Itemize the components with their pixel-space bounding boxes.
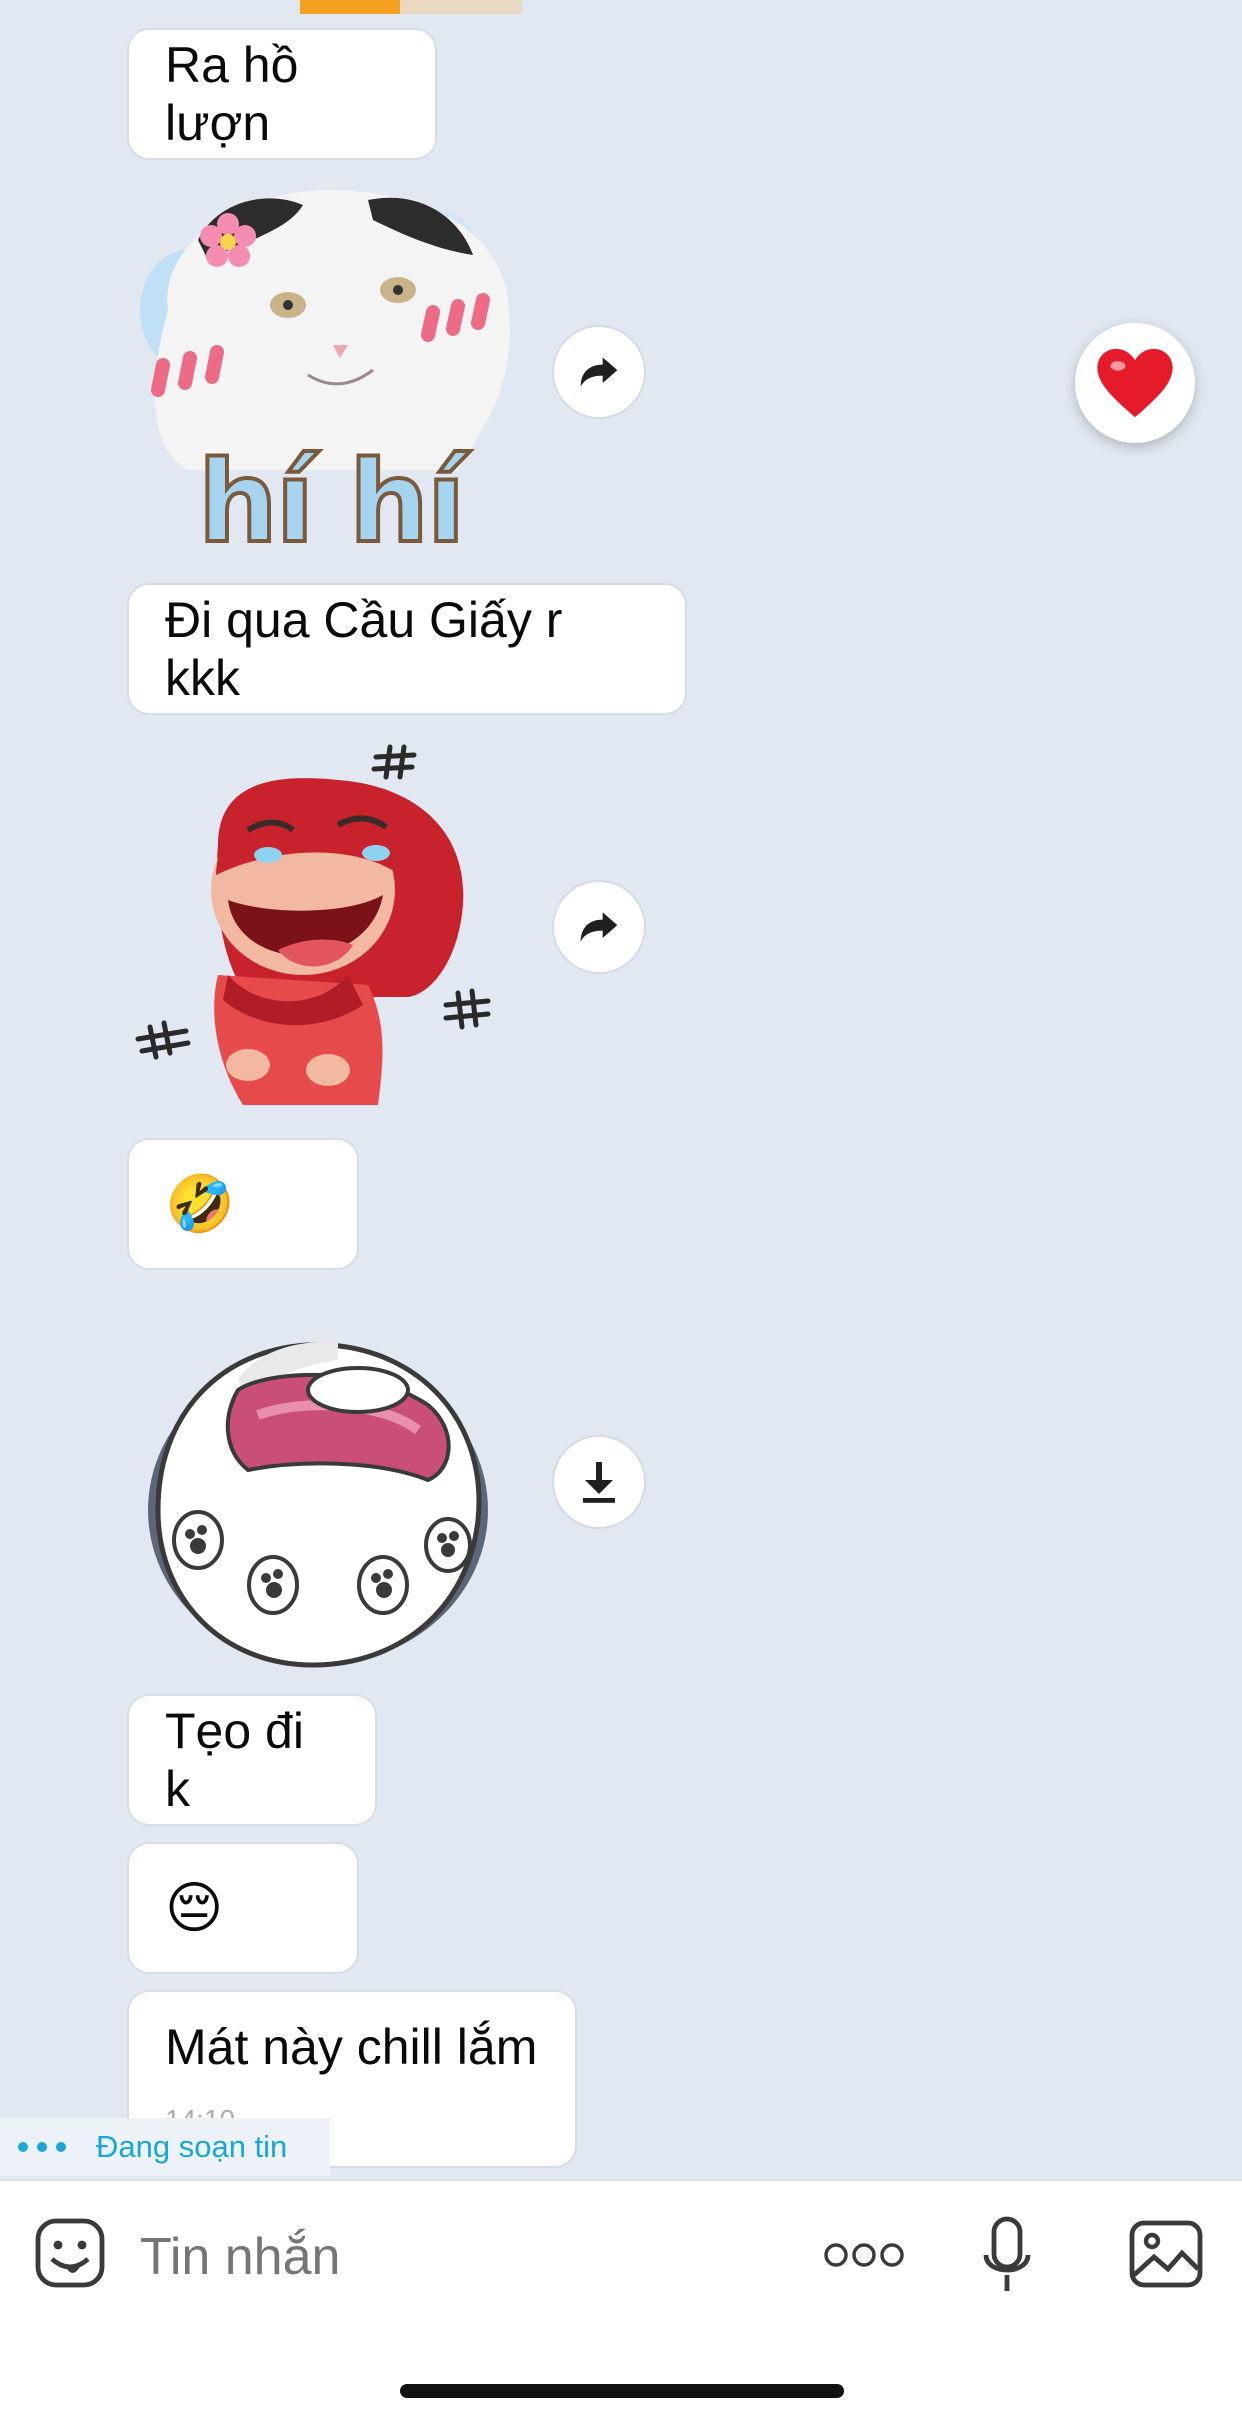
sticker-face-icon	[35, 2218, 105, 2288]
download-icon	[583, 1462, 615, 1503]
partial-image-top[interactable]	[300, 0, 522, 14]
share-arrow-icon	[580, 912, 618, 942]
download-button[interactable]	[552, 1435, 646, 1529]
heart-icon	[1097, 348, 1173, 418]
sticker-caption: hí hí	[196, 436, 467, 570]
message-bubble[interactable]: Tẹo đi k	[127, 1694, 377, 1826]
message-bubble[interactable]: Đi qua Cầu Giấy r kkk	[127, 583, 687, 715]
laughing-girl-sticker[interactable]	[128, 735, 528, 1120]
share-button[interactable]	[552, 880, 646, 974]
image-gallery-icon	[1129, 2220, 1203, 2288]
cat-sticker[interactable]: hí hí	[128, 180, 528, 570]
message-text: Đi qua Cầu Giấy r kkk	[165, 592, 563, 706]
message-text: Mát này chill lắm	[165, 2019, 538, 2075]
typing-dots-icon	[18, 2142, 66, 2152]
typing-text: Đang soạn tin	[96, 2129, 288, 2164]
message-text: Tẹo đi k	[165, 1703, 304, 1817]
emoji-sticker-button[interactable]	[34, 2217, 106, 2289]
microphone-icon	[983, 2216, 1031, 2291]
voice-record-button[interactable]	[982, 2215, 1032, 2295]
message-emoji: 🤣	[165, 1172, 235, 1237]
message-bubble[interactable]: 🤣	[127, 1138, 359, 1270]
home-indicator	[400, 2384, 844, 2398]
heart-reaction-button[interactable]	[1075, 323, 1195, 443]
more-options-button[interactable]	[822, 2237, 906, 2273]
message-emoji: 😔	[165, 1875, 224, 1941]
message-text: Ra hồ lượn	[165, 37, 299, 151]
message-bubble[interactable]: Ra hồ lượn	[127, 28, 437, 160]
rolling-creature-sticker[interactable]	[128, 1320, 528, 1680]
chat-area[interactable]: Ra hồ lượn hí hí Đi qua Cầu Giấy r kkk 🤣…	[0, 0, 1242, 2180]
more-dots-icon	[824, 2243, 904, 2267]
message-bubble[interactable]: 😔	[127, 1842, 359, 1974]
typing-indicator: Đang soạn tin	[0, 2118, 330, 2176]
share-button[interactable]	[552, 325, 646, 419]
share-arrow-icon	[580, 357, 618, 387]
gallery-button[interactable]	[1128, 2219, 1204, 2289]
message-input[interactable]	[138, 2217, 782, 2297]
